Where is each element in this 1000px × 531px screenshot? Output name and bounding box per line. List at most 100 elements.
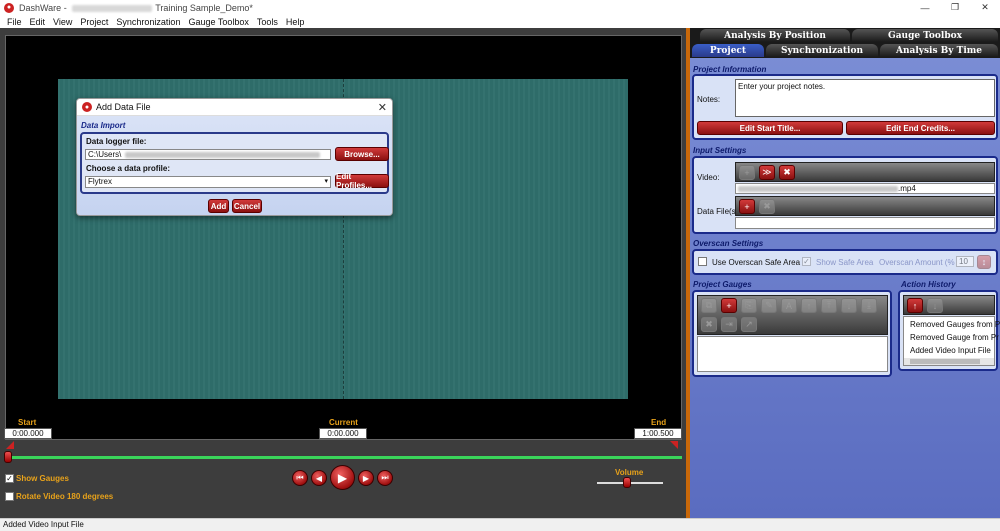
tab-project[interactable]: Project	[692, 44, 764, 57]
action-history-title: Action History	[901, 280, 956, 289]
action-history-list[interactable]: Removed Gauges from P Removed Gauge from…	[903, 316, 1000, 366]
add-data-file-icon[interactable]: +	[739, 199, 755, 214]
dialog-close-icon[interactable]: ✕	[378, 101, 387, 114]
data-profile-select[interactable]: Flytrex ▾	[85, 176, 331, 188]
dialog-title-bar[interactable]: ● Add Data File ✕	[77, 99, 392, 116]
list-item[interactable]: Added Video Input File	[910, 346, 991, 355]
redo-icon[interactable]: ↓	[927, 298, 943, 313]
end-time-field[interactable]: 1:00.500	[634, 428, 682, 439]
list-item[interactable]: Removed Gauge from Pr	[910, 333, 999, 342]
copy-gauge-icon[interactable]: ⎘	[741, 298, 757, 313]
current-label: Current	[329, 418, 358, 427]
notes-textarea[interactable]: Enter your project notes.	[735, 79, 995, 117]
show-gauges-label: Show Gauges	[16, 474, 69, 483]
remove-video-icon[interactable]: ✖	[779, 165, 795, 180]
show-safe-area-label: Show Safe Area	[816, 258, 874, 267]
right-panel: Analysis By Position Gauge Toolbox Proje…	[690, 28, 1000, 518]
skip-to-end-button[interactable]: ⏭	[377, 470, 393, 486]
tab-analysis-by-position[interactable]: Analysis By Position	[700, 29, 850, 42]
edit-end-credits-button[interactable]: Edit End Credits...	[846, 121, 995, 135]
menu-tools[interactable]: Tools	[253, 17, 282, 27]
start-time-field[interactable]: 0:00.000	[4, 428, 52, 439]
menu-gauge-toolbox[interactable]: Gauge Toolbox	[184, 17, 252, 27]
remove-data-file-icon[interactable]: ✖	[759, 199, 775, 214]
data-files-toolbar: + ✖	[735, 196, 995, 216]
play-button[interactable]: ▶	[330, 465, 355, 490]
overscan-amount-field[interactable]: 10	[956, 256, 974, 267]
cancel-button[interactable]: Cancel	[232, 199, 262, 213]
undo-icon[interactable]: ↑	[907, 298, 923, 313]
menu-synchronization[interactable]: Synchronization	[112, 17, 184, 27]
end-marker-icon[interactable]	[670, 441, 678, 449]
data-files-list[interactable]	[735, 217, 995, 229]
step-forward-button[interactable]: ▶	[358, 470, 374, 486]
move-up-icon[interactable]: ↑	[801, 298, 817, 313]
add-data-file-dialog: ● Add Data File ✕ Data Import Data logge…	[76, 98, 393, 216]
menu-bar: File Edit View Project Synchronization G…	[0, 15, 1000, 28]
blurred-file-path	[125, 151, 321, 158]
dialog-title: Add Data File	[96, 102, 151, 112]
project-gauges-group: ⧉ + ⎘ ✎ A ↑ ⤒ ↓ ⤓ ✖ ⇥ ↗	[692, 290, 892, 377]
browse-button[interactable]: Browse...	[335, 147, 389, 161]
video-file-field[interactable]: .mp4	[735, 183, 995, 194]
title-bar: ● DashWare - Training Sample_Demo* — ❐ ✕	[0, 0, 1000, 15]
data-import-label: Data Import	[81, 121, 126, 130]
input-settings-title: Input Settings	[693, 146, 747, 155]
tab-analysis-by-time[interactable]: Analysis By Time	[880, 44, 998, 57]
close-window-button[interactable]: ✕	[970, 0, 1000, 15]
maximize-button[interactable]: ❐	[940, 0, 970, 15]
data-logger-file-input[interactable]: C:\Users\	[85, 149, 331, 160]
gauges-toolbar: ⧉ + ⎘ ✎ A ↑ ⤒ ↓ ⤓ ✖ ⇥ ↗	[697, 295, 888, 335]
move-down-icon[interactable]: ↓	[841, 298, 857, 313]
video-preview[interactable]	[5, 35, 682, 440]
move-top-icon[interactable]: ⤒	[821, 298, 837, 313]
window-title: DashWare - Training Sample_Demo*	[19, 2, 253, 13]
minimize-button[interactable]: —	[910, 0, 940, 15]
menu-view[interactable]: View	[49, 17, 76, 27]
history-scrollbar[interactable]	[904, 358, 994, 365]
delete-gauge-icon[interactable]: ✖	[701, 317, 717, 332]
replace-video-icon[interactable]: ≫	[759, 165, 775, 180]
start-marker-icon[interactable]	[6, 441, 14, 449]
data-import-group: Data logger file: C:\Users\ Browse... Ch…	[80, 132, 389, 194]
add-video-icon[interactable]: +	[739, 165, 755, 180]
menu-file[interactable]: File	[3, 17, 26, 27]
tab-gauge-toolbox[interactable]: Gauge Toolbox	[852, 29, 998, 42]
notes-label: Notes:	[697, 95, 721, 104]
timeline-track[interactable]	[8, 456, 682, 459]
input-settings-group: Video: + ≫ ✖ .mp4 Data File(s): + ✖	[692, 156, 998, 234]
add-gauge-icon[interactable]: +	[721, 298, 737, 313]
edit-gauge-icon[interactable]: ✎	[761, 298, 777, 313]
edit-profiles-button[interactable]: Edit Profiles...	[335, 172, 389, 190]
move-bottom-icon[interactable]: ⤓	[861, 298, 877, 313]
replace-gauge-icon[interactable]: ⇥	[721, 317, 737, 332]
project-gauges-list[interactable]	[697, 336, 888, 372]
current-time-field[interactable]: 0:00.000	[319, 428, 367, 439]
gauge-select-icon[interactable]: ⧉	[701, 298, 717, 313]
tab-row-1: Analysis By Position Gauge Toolbox	[690, 28, 1000, 43]
export-gauge-icon[interactable]: ↗	[741, 317, 757, 332]
dialog-app-icon: ●	[82, 102, 92, 112]
list-item[interactable]: Removed Gauges from P	[910, 320, 1000, 329]
project-info-title: Project Information	[693, 65, 767, 74]
end-label: End	[651, 418, 667, 427]
show-safe-area-checkbox[interactable]: ✓	[802, 257, 811, 266]
overscan-spinner-icon[interactable]: ↕	[977, 255, 991, 269]
tab-synchronization[interactable]: Synchronization	[766, 44, 878, 57]
skip-to-start-button[interactable]: ⏮	[292, 470, 308, 486]
edit-start-title-button[interactable]: Edit Start Title...	[697, 121, 843, 135]
menu-edit[interactable]: Edit	[26, 17, 50, 27]
step-back-button[interactable]: ◀	[311, 470, 327, 486]
history-scrollbar-thumb[interactable]	[910, 359, 980, 364]
menu-project[interactable]: Project	[76, 17, 112, 27]
rotate-video-checkbox[interactable]	[5, 492, 14, 501]
sort-gauge-icon[interactable]: A	[781, 298, 797, 313]
use-overscan-label: Use Overscan Safe Area	[712, 258, 801, 267]
timeline-playhead[interactable]	[4, 451, 12, 463]
volume-slider-knob[interactable]	[622, 477, 631, 488]
history-toolbar: ↑ ↓	[903, 295, 995, 315]
add-button[interactable]: Add	[208, 199, 229, 213]
show-gauges-checkbox[interactable]: ✓	[5, 474, 14, 483]
use-overscan-checkbox[interactable]	[698, 257, 707, 266]
menu-help[interactable]: Help	[282, 17, 309, 27]
